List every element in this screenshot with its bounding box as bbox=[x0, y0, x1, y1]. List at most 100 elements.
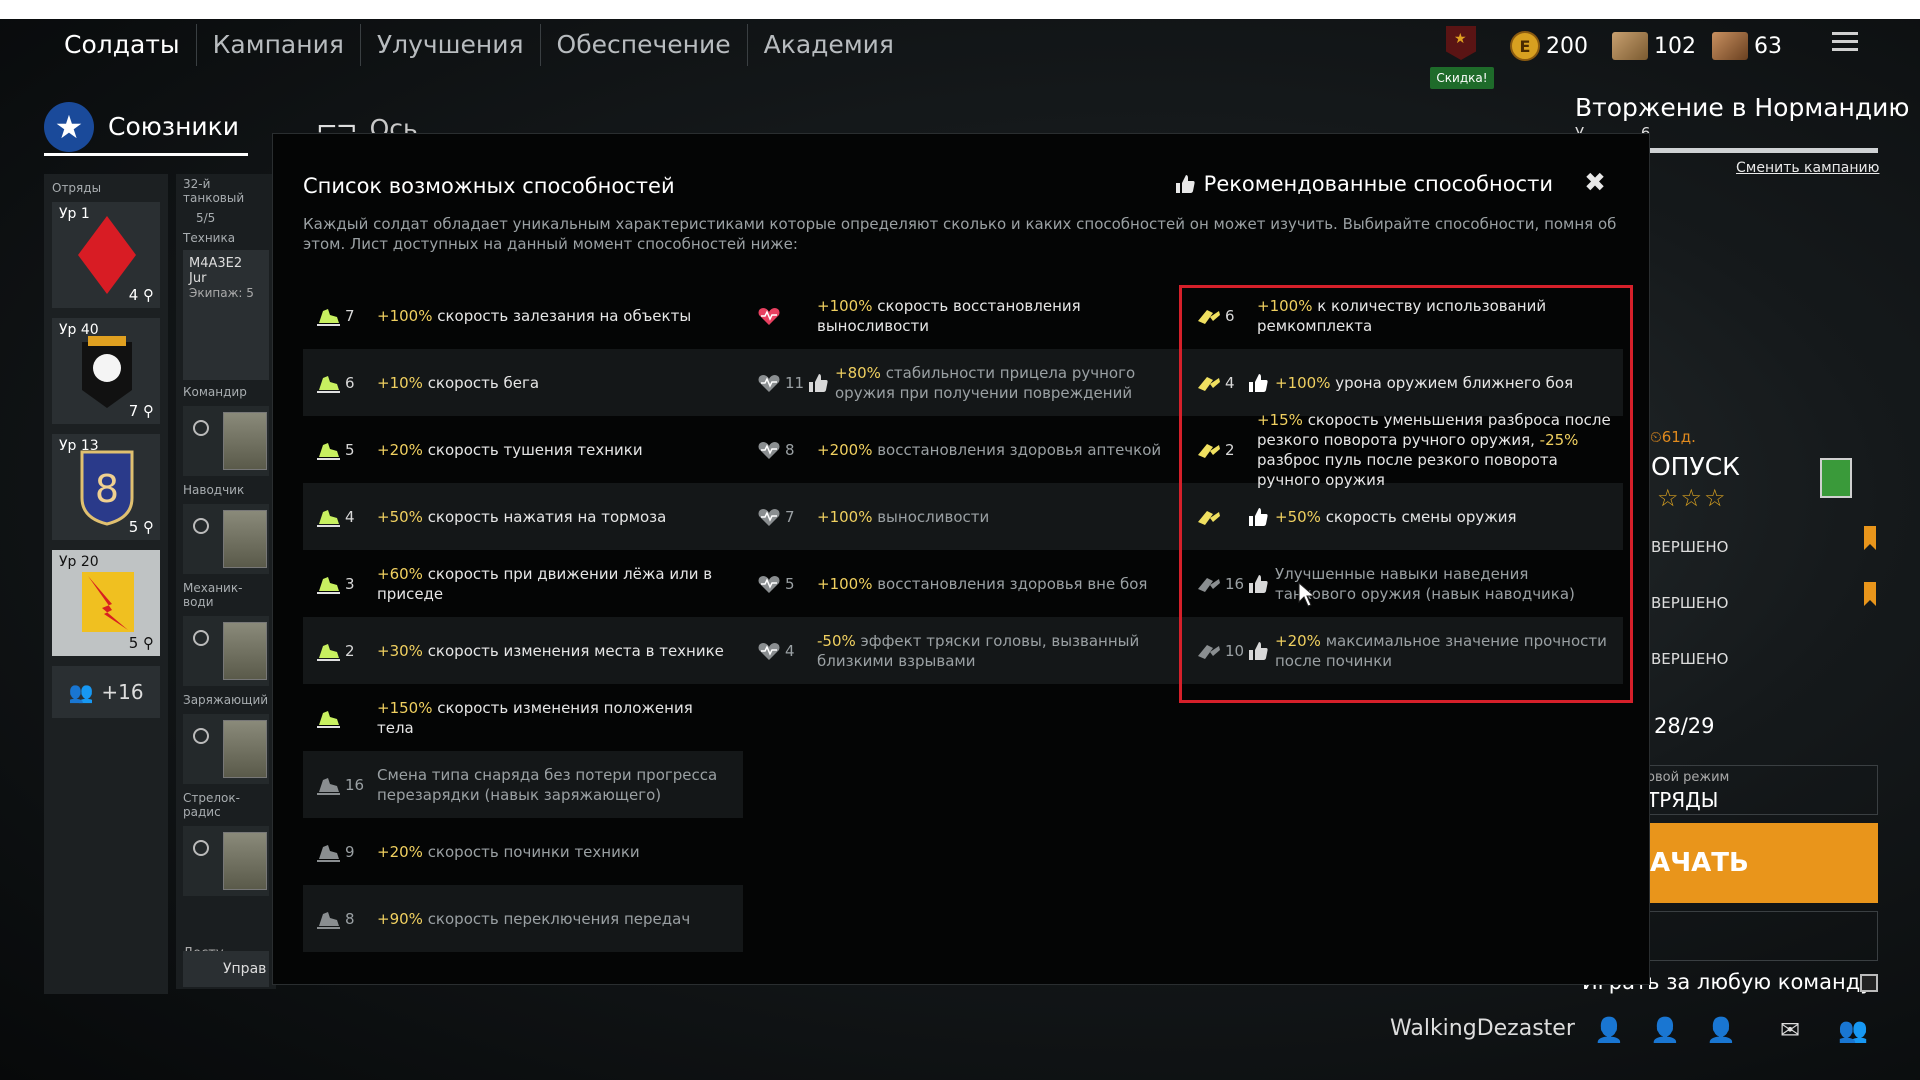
discount-badge[interactable]: Скидка! bbox=[1430, 67, 1494, 89]
secondary-slot[interactable] bbox=[1624, 911, 1878, 961]
slots-count: 5/5 bbox=[196, 211, 216, 225]
any-team-checkbox[interactable] bbox=[1860, 974, 1878, 992]
ability-row[interactable]: +100% скорость восстановления выносливос… bbox=[743, 282, 1183, 349]
ability-row[interactable]: +150% скорость изменения положения тела bbox=[303, 684, 743, 751]
cards-b-value: 63 bbox=[1754, 33, 1782, 59]
crew-row[interactable] bbox=[183, 826, 269, 896]
ability-row[interactable]: 4 -50% эффект тряски головы, вызванный бл… bbox=[743, 617, 1183, 684]
tab-campaign[interactable]: Кампания bbox=[197, 24, 361, 66]
soldier-portrait bbox=[223, 720, 267, 778]
ability-level-required: 8 bbox=[785, 440, 795, 459]
people-icon: 👥 bbox=[68, 680, 94, 704]
ability-text: +20% скорость тушения техники bbox=[377, 440, 643, 459]
start-battle-button[interactable]: АЧАТЬ bbox=[1624, 823, 1878, 903]
ability-row[interactable]: +50% скорость смены оружия bbox=[1183, 483, 1623, 550]
ability-text: +80% стабильности прицела ручного оружия… bbox=[835, 363, 1136, 402]
ability-row[interactable]: 2 +30% скорость изменения места в технике bbox=[303, 617, 743, 684]
mail-icon[interactable]: ✉ bbox=[1780, 1016, 1810, 1044]
recommended-abilities-toggle[interactable]: Рекомендованные способности bbox=[1174, 172, 1553, 196]
soldier-portrait bbox=[223, 622, 267, 680]
ability-row[interactable]: 9 +20% скорость починки техники bbox=[303, 818, 743, 885]
ability-row[interactable]: 8 +200% восстановления здоровья аптечкой bbox=[743, 416, 1183, 483]
ability-row[interactable]: 5 +100% восстановления здоровья вне боя bbox=[743, 550, 1183, 617]
add-friend-icon-3[interactable]: 👤 bbox=[1706, 1016, 1736, 1044]
tab-supply[interactable]: Обеспечение bbox=[541, 24, 748, 66]
ability-text: +20% максимальное значение прочности пос… bbox=[1275, 631, 1607, 670]
squads-panel: Отряды Ур 1 4 ⚲ Ур 40 7 ⚲ Ур 13 8 5 ⚲ Ур… bbox=[44, 174, 168, 994]
equipment-abilities-column: 6 +100% к количеству использований ремком… bbox=[1183, 282, 1623, 684]
running-boot-icon bbox=[317, 844, 340, 862]
ability-text: Смена типа снаряда без потери прогресса … bbox=[377, 765, 718, 804]
ability-text: -50% эффект тряски головы, вызванный бли… bbox=[817, 631, 1140, 670]
role-commander: Командир bbox=[183, 385, 247, 399]
ability-text: +60% скорость при движении лёжа или в пр… bbox=[377, 564, 713, 603]
tab-academy[interactable]: Академия bbox=[748, 24, 910, 66]
task-done-1: ВЕРШЕНО bbox=[1651, 538, 1729, 556]
heart-icon bbox=[758, 307, 780, 325]
ability-row[interactable]: 16 Смена типа снаряда без потери прогресс… bbox=[303, 751, 743, 818]
ability-row[interactable]: 7 +100% выносливости bbox=[743, 483, 1183, 550]
running-boot-icon bbox=[317, 576, 340, 594]
vehicle-card[interactable]: M4A3E2 Jur Экипаж: 5 bbox=[183, 250, 269, 380]
manage-button[interactable]: Управ bbox=[183, 951, 269, 987]
ability-row[interactable]: 8 +90% скорость переключения передач bbox=[303, 885, 743, 952]
faction-tab-allies[interactable]: ★ Союзники bbox=[44, 100, 248, 156]
crew-row[interactable] bbox=[183, 406, 269, 476]
squads-header: Отряды bbox=[52, 181, 102, 195]
crew-row[interactable] bbox=[183, 616, 269, 686]
add-friend-icon[interactable]: 👤 bbox=[1594, 1016, 1624, 1044]
ability-row[interactable]: 6 +10% скорость бега bbox=[303, 349, 743, 416]
squad-card-4-selected[interactable]: Ур 20 5 ⚲ bbox=[52, 550, 160, 656]
division-8-shield-icon: 8 bbox=[80, 450, 134, 526]
green-mission-icon[interactable] bbox=[1820, 458, 1852, 498]
recommended-thumb-icon bbox=[1249, 373, 1268, 392]
gold-counter[interactable]: E 200 bbox=[1510, 28, 1588, 64]
ability-text: +10% скорость бега bbox=[377, 373, 540, 392]
ability-level-required: 10 bbox=[1225, 641, 1245, 660]
gold-coin-icon: E bbox=[1510, 31, 1540, 61]
ability-row[interactable]: 4 +100% урона оружием ближнего боя bbox=[1183, 349, 1623, 416]
tab-upgrades[interactable]: Улучшения bbox=[361, 24, 541, 66]
recommended-thumb-icon bbox=[1249, 641, 1268, 660]
change-campaign-link[interactable]: Сменить кампанию bbox=[1736, 160, 1879, 176]
ability-row[interactable]: 3 +60% скорость при движении лёжа или в п… bbox=[303, 550, 743, 617]
heart-icon bbox=[758, 575, 780, 593]
ability-row[interactable]: 10 +20% максимальное значение прочности п… bbox=[1183, 617, 1623, 684]
cards-counter-a[interactable]: 102 bbox=[1612, 28, 1696, 64]
repair-kit-icon bbox=[1198, 644, 1220, 659]
reserve-soldiers-button[interactable]: 👥 +16 bbox=[52, 666, 160, 718]
ability-row[interactable]: 5 +20% скорость тушения техники bbox=[303, 416, 743, 483]
ability-level-required: 4 bbox=[1225, 373, 1235, 392]
crew-row[interactable] bbox=[183, 714, 269, 784]
ability-row[interactable]: 6 +100% к количеству использований ремком… bbox=[1183, 282, 1623, 349]
repair-kit-icon bbox=[1198, 376, 1220, 391]
running-boot-icon bbox=[317, 442, 340, 460]
squad-card-1[interactable]: Ур 1 4 ⚲ bbox=[52, 202, 160, 308]
ability-row[interactable]: 16 Улучшенные навыки наведения танкового … bbox=[1183, 550, 1623, 617]
cards-a-icon bbox=[1612, 32, 1648, 60]
running-boot-icon bbox=[317, 643, 340, 661]
friends-group-icon[interactable]: 👥 bbox=[1838, 1016, 1868, 1044]
ability-row[interactable]: 11 +80% стабильности прицела ручного оруж… bbox=[743, 349, 1183, 416]
role-loader: Заряжающий bbox=[183, 693, 269, 707]
close-icon[interactable]: ✖ bbox=[1581, 168, 1609, 198]
cards-counter-b[interactable]: 63 bbox=[1712, 28, 1782, 64]
role-icon bbox=[193, 630, 209, 646]
mission-name: ОПУСК bbox=[1651, 452, 1740, 481]
squad-card-3[interactable]: Ур 13 8 5 ⚲ bbox=[52, 434, 160, 540]
ability-row[interactable]: 4 +50% скорость нажатия на тормоза bbox=[303, 483, 743, 550]
role-gunner: Наводчик bbox=[183, 483, 245, 497]
ability-row[interactable]: 2 +15% скорость уменьшения разброса после… bbox=[1183, 411, 1623, 489]
vehicle-label: Техника bbox=[183, 231, 236, 245]
squad-card-2[interactable]: Ур 40 7 ⚲ bbox=[52, 318, 160, 424]
tab-soldiers[interactable]: Солдаты bbox=[48, 24, 197, 66]
game-mode-selector[interactable]: овой режим ТРЯДЫ bbox=[1624, 765, 1878, 815]
ability-text: +15% скорость уменьшения разброса после … bbox=[1257, 410, 1611, 489]
ability-row[interactable]: 7 +100% скорость залезания на объекты bbox=[303, 282, 743, 349]
crew-panel: 32-й танковый 5/5 Техника M4A3E2 Jur Эки… bbox=[176, 174, 276, 989]
menu-list-icon[interactable] bbox=[1832, 32, 1858, 54]
running-boot-icon bbox=[317, 710, 340, 728]
add-friend-icon-2[interactable]: 👤 bbox=[1650, 1016, 1680, 1044]
crew-row[interactable] bbox=[183, 504, 269, 574]
ability-text: +50% скорость нажатия на тормоза bbox=[377, 507, 667, 526]
